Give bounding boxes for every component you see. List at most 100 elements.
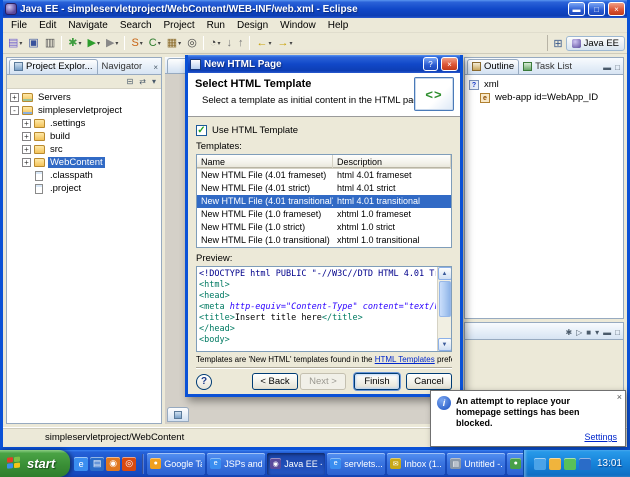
scroll-down-icon[interactable]: ▼ [437, 338, 451, 352]
tree-item-project[interactable]: .project [7, 182, 161, 195]
start-button[interactable]: start [0, 450, 71, 477]
tab-task-list[interactable]: Task List [519, 60, 576, 74]
minimize-view-icon[interactable]: ▬ [602, 329, 612, 337]
scrollbar-thumb[interactable] [438, 281, 451, 318]
use-template-checkbox[interactable]: ✓ [196, 125, 207, 137]
template-row-new-html-file-1-0-transitional[interactable]: New HTML File (1.0 transitional) xhtml 1.… [197, 234, 451, 247]
expander-icon[interactable]: + [22, 158, 31, 167]
cancel-button[interactable]: Cancel [406, 373, 452, 390]
close-button[interactable]: × [608, 2, 625, 16]
html-templates-link[interactable]: HTML Templates [375, 355, 435, 364]
save-icon[interactable]: ▣ [25, 34, 41, 52]
media-player-icon[interactable]: ◉ [106, 456, 121, 471]
maximize-view-icon[interactable]: □ [614, 329, 621, 337]
template-row-new-html-file-1-0-frameset[interactable]: New HTML File (1.0 frameset) xhtml 1.0 fr… [197, 208, 451, 221]
template-row-new-html-file-4-01-strict[interactable]: New HTML File (4.01 strict) html 4.01 str… [197, 182, 451, 195]
new-wizard-icon[interactable]: ▤ ▾ [5, 34, 25, 52]
external-tools-icon[interactable]: ▶ ▾ [103, 34, 121, 52]
tab-project-explorer[interactable]: Project Explor... [9, 59, 98, 74]
dialog-close-button[interactable]: × [441, 57, 458, 71]
menu-run[interactable]: Run [201, 19, 231, 32]
network-tray-icon[interactable] [533, 457, 546, 470]
volume-icon[interactable] [578, 457, 591, 470]
minimize-button[interactable]: ▬ [568, 2, 585, 16]
new-servlet-icon[interactable]: S ▾ [128, 34, 145, 52]
messenger-tray-icon[interactable] [563, 457, 576, 470]
tree-item-classpath[interactable]: .classpath [7, 169, 161, 182]
run-icon[interactable]: ▶ ▾ [84, 34, 102, 52]
finish-button[interactable]: Finish [354, 373, 400, 390]
use-template-checkbox-row[interactable]: ✓ Use HTML Template [196, 125, 452, 137]
print-icon[interactable]: ▥ [42, 34, 58, 52]
search-icon[interactable]: ◔ ▾ [207, 34, 224, 52]
column-header-description[interactable]: Description [333, 155, 451, 169]
new-package-icon[interactable]: ▦ ▾ [164, 34, 184, 52]
expander-icon[interactable]: + [10, 93, 19, 102]
scroll-up-icon[interactable]: ▲ [437, 267, 451, 281]
perspective-java-ee-button[interactable]: Java EE [565, 35, 625, 51]
help-button[interactable]: ? [196, 373, 212, 390]
dialog-titlebar[interactable]: New HTML Page ? × [188, 55, 460, 73]
expander-icon[interactable]: + [22, 145, 31, 154]
expander-icon[interactable]: + [22, 132, 31, 141]
open-perspective-icon[interactable]: ⊞ [553, 37, 562, 50]
tree-item-src[interactable]: + src [7, 143, 161, 156]
notification-close-icon[interactable]: × [617, 393, 622, 402]
menu-window[interactable]: Window [274, 19, 322, 32]
tree-item-simpleservletproject[interactable]: - simpleservletproject [7, 104, 161, 117]
tab-navigator[interactable]: Navigator [98, 60, 147, 74]
menu-navigate[interactable]: Navigate [62, 19, 113, 32]
ie-icon[interactable]: e [74, 456, 89, 471]
task-untitled[interactable]: ▤Untitled -... [447, 452, 506, 475]
task-inbox-1[interactable]: ✉ Inbox (1... [387, 452, 446, 475]
window-titlebar[interactable]: Java EE - simpleservletproject/WebConten… [3, 0, 627, 18]
prev-annotation-icon[interactable]: ↑ [235, 34, 247, 52]
view-menu-icon[interactable]: ▾ [594, 329, 600, 337]
security-shield-icon[interactable] [548, 457, 561, 470]
forward-icon[interactable]: → ▾ [274, 34, 295, 52]
maximize-view-icon[interactable]: □ [614, 64, 621, 72]
dialog-help-titlebar-button[interactable]: ? [423, 57, 438, 71]
run-view-icon[interactable]: ▷ [575, 329, 583, 337]
menu-file[interactable]: File [5, 19, 33, 32]
next-annotation-icon[interactable]: ↓ [223, 34, 235, 52]
tree-item-build[interactable]: + build [7, 130, 161, 143]
bottom-view-tab[interactable] [167, 407, 189, 422]
expander-icon[interactable]: + [22, 119, 31, 128]
template-row-new-html-file-4-01-frameset[interactable]: New HTML File (4.01 frameset) html 4.01 f… [197, 169, 451, 182]
view-menu-icon[interactable]: ▾ [151, 77, 157, 86]
task-java-ee[interactable]: ◉Java EE -... [267, 452, 326, 475]
template-row-new-html-file-4-01-transitional[interactable]: New HTML File (4.01 transitional) html 4.… [197, 195, 451, 209]
maximize-button[interactable]: □ [588, 2, 605, 16]
link-with-editor-icon[interactable]: ⇄ [138, 77, 147, 86]
template-row-new-html-file-1-0-strict[interactable]: New HTML File (1.0 strict) xhtml 1.0 stri… [197, 221, 451, 234]
back-icon[interactable]: ← ▾ [253, 34, 274, 52]
outline-item-xml[interactable]: ? xml [465, 78, 623, 91]
menu-edit[interactable]: Edit [33, 19, 62, 32]
task-google-talk[interactable]: ●Google Talk [147, 452, 206, 475]
column-header-name[interactable]: Name [197, 155, 333, 169]
tab-outline[interactable]: Outline [467, 59, 520, 74]
menu-design[interactable]: Design [231, 19, 274, 32]
new-class-icon[interactable]: C ▾ [146, 34, 164, 52]
menu-search[interactable]: Search [114, 19, 158, 32]
menu-project[interactable]: Project [158, 19, 201, 32]
task-servlets[interactable]: e servlets.... [327, 452, 386, 475]
settings-link[interactable]: Settings [584, 432, 617, 442]
outline-item-web-app-id-webapp-id[interactable]: e web-app id=WebApp_ID [465, 91, 623, 104]
tree-item-settings[interactable]: + .settings [7, 117, 161, 130]
stop-view-icon[interactable]: ■ [585, 329, 592, 337]
open-type-icon[interactable]: ◎ [184, 34, 200, 52]
preview-scrollbar[interactable]: ▲ ▼ [437, 267, 451, 352]
firefox-icon[interactable]: ◎ [122, 456, 137, 471]
task-raj[interactable]: ●raj [507, 452, 523, 475]
debug-view-icon[interactable]: ✱ [564, 329, 573, 337]
expander-icon[interactable]: - [10, 106, 19, 115]
back-button[interactable]: < Back [252, 373, 298, 390]
close-view-icon[interactable]: × [152, 64, 159, 72]
minimize-view-icon[interactable]: ▬ [602, 64, 612, 72]
menu-help[interactable]: Help [322, 19, 355, 32]
task-jsps-and[interactable]: eJSPs and ... [207, 452, 266, 475]
next-button[interactable]: Next > [300, 373, 346, 390]
collapse-all-icon[interactable]: ⊟ [126, 77, 135, 86]
